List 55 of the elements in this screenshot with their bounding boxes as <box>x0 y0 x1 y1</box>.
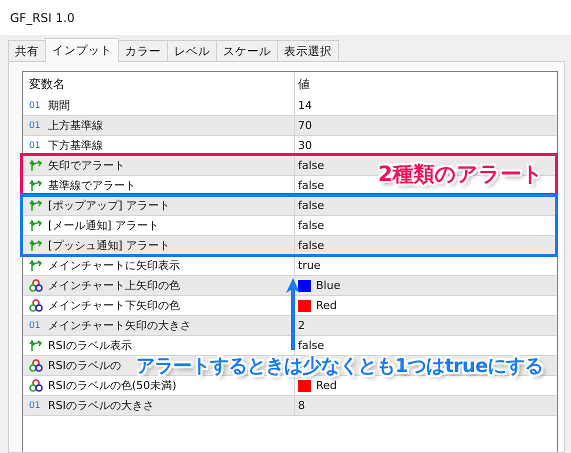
parameter-value[interactable]: 70 <box>298 119 312 132</box>
parameter-value[interactable]: false <box>298 179 324 192</box>
parameter-name: 期間 <box>48 98 70 113</box>
parameter-value[interactable]: false <box>298 239 324 252</box>
parameter-name: [プッシュ通知] アラート <box>48 238 170 253</box>
parameter-name: 基準線でアラート <box>48 178 136 193</box>
annotation-text: 2種類のアラート <box>378 161 544 188</box>
parameter-name: RSIのラベルの大きさ <box>48 398 154 413</box>
parameter-value[interactable]: false <box>298 339 324 352</box>
parameter-value[interactable]: 8 <box>298 399 305 412</box>
integer-icon: 01 <box>29 140 43 150</box>
integer-icon: 01 <box>29 400 43 410</box>
color-circles-icon <box>29 379 43 392</box>
parameter-value[interactable]: Red <box>316 379 337 392</box>
parameter-value[interactable]: 30 <box>298 139 312 152</box>
parameter-name: [メール通知] アラート <box>48 218 160 233</box>
parameter-name: 下方基準線 <box>48 138 103 153</box>
integer-icon: 01 <box>29 100 43 110</box>
parameter-value[interactable]: Blue <box>316 279 340 292</box>
parameter-name: RSIのラベル表示 <box>48 338 132 353</box>
parameter-value[interactable]: true <box>298 259 321 272</box>
parameter-value[interactable]: 2 <box>298 319 305 332</box>
parameter-name: RSIのラベルの色(50未満) <box>48 378 176 393</box>
curved-arrow-icon <box>29 219 43 232</box>
curved-arrow-icon <box>29 199 43 212</box>
parameter-value[interactable]: Red <box>316 299 337 312</box>
parameter-name: 矢印でアラート <box>48 158 125 173</box>
curved-arrow-icon <box>29 339 43 352</box>
color-circles-icon <box>29 279 43 292</box>
parameter-name: RSIのラベルの <box>48 358 121 373</box>
parameter-name: メインチャート矢印の大きさ <box>48 318 191 333</box>
parameter-name: 上方基準線 <box>48 118 103 133</box>
tab[interactable]: インプット <box>45 38 119 62</box>
annotation-text: アラートするときは少なくとも1つはtrueにする <box>136 357 544 376</box>
curved-arrow-icon <box>29 259 43 272</box>
parameter-value[interactable]: 14 <box>298 99 312 112</box>
curved-arrow-icon <box>29 239 43 252</box>
parameter-value[interactable]: false <box>298 159 324 172</box>
integer-icon: 01 <box>29 320 43 330</box>
tab[interactable]: 表示選択 <box>277 40 339 62</box>
parameter-value[interactable]: false <box>298 199 324 212</box>
parameter-name: メインチャート下矢印の色 <box>48 298 180 313</box>
tab[interactable]: 共有 <box>8 40 46 62</box>
column-header: 値 <box>298 76 310 92</box>
parameter-name: メインチャート上矢印の色 <box>48 278 180 293</box>
window-title: GF_RSI 1.0 <box>10 10 75 24</box>
parameter-value[interactable]: false <box>298 219 324 232</box>
curved-arrow-icon <box>29 159 43 172</box>
color-circles-icon <box>29 359 43 372</box>
integer-icon: 01 <box>29 120 43 130</box>
color-circles-icon <box>29 299 43 312</box>
parameter-name: メインチャートに矢印表示 <box>48 258 180 273</box>
parameter-name: [ポップアップ] アラート <box>48 198 170 213</box>
curved-arrow-icon <box>29 179 43 192</box>
column-header: 変数名 <box>29 76 65 92</box>
